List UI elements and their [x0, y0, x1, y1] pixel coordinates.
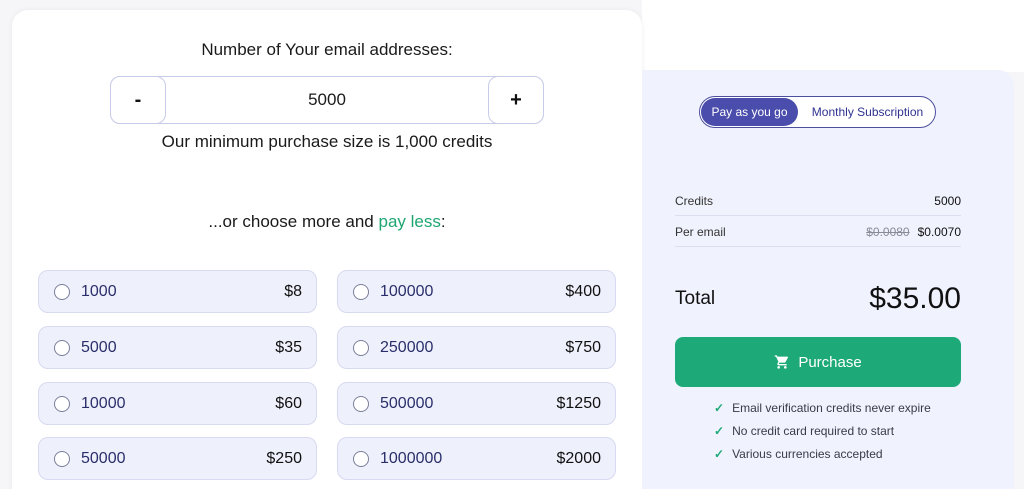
- purchase-label: Purchase: [798, 353, 862, 371]
- benefit-item: ✓ No credit card required to start: [714, 424, 894, 438]
- quantity-card: Number of Your email addresses: - 5000 +…: [12, 10, 642, 489]
- radio-button[interactable]: [54, 340, 70, 356]
- radio-button[interactable]: [353, 284, 369, 300]
- radio-button[interactable]: [353, 451, 369, 467]
- package-option[interactable]: 5000 $35: [38, 326, 317, 369]
- package-quantity: 250000: [380, 339, 434, 356]
- radio-button[interactable]: [54, 396, 70, 412]
- credits-value: 5000: [934, 194, 961, 208]
- radio-button[interactable]: [353, 396, 369, 412]
- package-quantity: 5000: [81, 339, 117, 356]
- check-icon: ✓: [714, 447, 725, 461]
- credits-row: Credits 5000: [675, 186, 961, 216]
- package-option[interactable]: 500000 $1250: [337, 382, 616, 425]
- cart-icon: [774, 355, 789, 369]
- package-quantity: 1000: [81, 283, 117, 300]
- package-price: $35: [275, 339, 302, 356]
- quantity-title: Number of Your email addresses:: [201, 40, 453, 59]
- radio-button[interactable]: [353, 340, 369, 356]
- benefit-item: ✓ Email verification credits never expir…: [714, 401, 931, 415]
- package-price: $400: [565, 283, 601, 300]
- minimum-purchase-note: Our minimum purchase size is 1,000 credi…: [161, 132, 493, 151]
- package-price: $750: [565, 339, 601, 356]
- decrease-button[interactable]: -: [110, 76, 166, 124]
- choose-more-suffix: :: [440, 212, 446, 231]
- benefit-item: ✓ Various currencies accepted: [714, 447, 883, 461]
- benefit-text: Various currencies accepted: [732, 447, 883, 461]
- per-email-old-price: $0.0080: [866, 225, 910, 239]
- increase-button[interactable]: +: [488, 76, 544, 124]
- per-email-value: $0.0080 $0.0070: [866, 225, 961, 239]
- credits-label: Credits: [675, 194, 714, 208]
- package-price: $1250: [556, 395, 602, 412]
- package-price: $250: [266, 450, 302, 467]
- quantity-input[interactable]: 5000: [167, 77, 487, 123]
- package-option[interactable]: 1000000 $2000: [337, 437, 616, 480]
- package-quantity: 50000: [81, 450, 126, 467]
- monthly-subscription-tab[interactable]: Monthly Subscription: [800, 98, 935, 126]
- billing-toggle: Pay as you go Monthly Subscription: [699, 96, 936, 128]
- package-option[interactable]: 1000 $8: [38, 270, 317, 313]
- total-value: $35.00: [869, 282, 961, 315]
- total-label: Total: [675, 288, 716, 309]
- radio-button[interactable]: [54, 451, 70, 467]
- per-email-label: Per email: [675, 225, 726, 239]
- per-email-new-price: $0.0070: [917, 225, 961, 239]
- order-summary-panel: Pay as you go Monthly Subscription Credi…: [642, 70, 1014, 489]
- quantity-stepper: - 5000 +: [110, 76, 544, 124]
- package-option[interactable]: 50000 $250: [38, 437, 317, 480]
- package-quantity: 100000: [380, 283, 434, 300]
- package-option[interactable]: 250000 $750: [337, 326, 616, 369]
- purchase-button[interactable]: Purchase: [675, 337, 961, 387]
- check-icon: ✓: [714, 424, 725, 438]
- package-option[interactable]: 100000 $400: [337, 270, 616, 313]
- package-quantity: 500000: [380, 395, 434, 412]
- package-price: $60: [275, 395, 302, 412]
- package-price: $2000: [556, 450, 602, 467]
- choose-more-heading: ...or choose more and pay less:: [12, 212, 642, 232]
- check-icon: ✓: [714, 401, 725, 415]
- pay-as-you-go-tab[interactable]: Pay as you go: [701, 98, 798, 126]
- benefit-text: Email verification credits never expire: [732, 401, 931, 415]
- package-quantity: 10000: [81, 395, 126, 412]
- benefit-text: No credit card required to start: [732, 424, 895, 438]
- radio-button[interactable]: [54, 284, 70, 300]
- package-quantity: 1000000: [380, 450, 443, 467]
- pay-less-highlight: pay less: [378, 212, 441, 231]
- package-price: $8: [284, 283, 302, 300]
- package-option[interactable]: 10000 $60: [38, 382, 317, 425]
- top-right-background: [642, 0, 1024, 72]
- choose-more-text: ...or choose more and: [208, 212, 379, 231]
- per-email-row: Per email $0.0080 $0.0070: [675, 217, 961, 247]
